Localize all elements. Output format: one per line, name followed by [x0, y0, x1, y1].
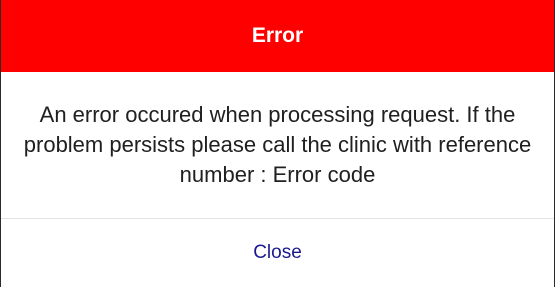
dialog-body: An error occured when processing request…	[1, 72, 554, 218]
error-dialog: Error An error occured when processing r…	[0, 0, 555, 287]
close-button[interactable]: Close	[233, 234, 322, 272]
dialog-header: Error	[1, 0, 554, 72]
dialog-title: Error	[251, 24, 304, 47]
dialog-footer: Close	[1, 219, 554, 287]
error-message: An error occured when processing request…	[23, 102, 532, 187]
